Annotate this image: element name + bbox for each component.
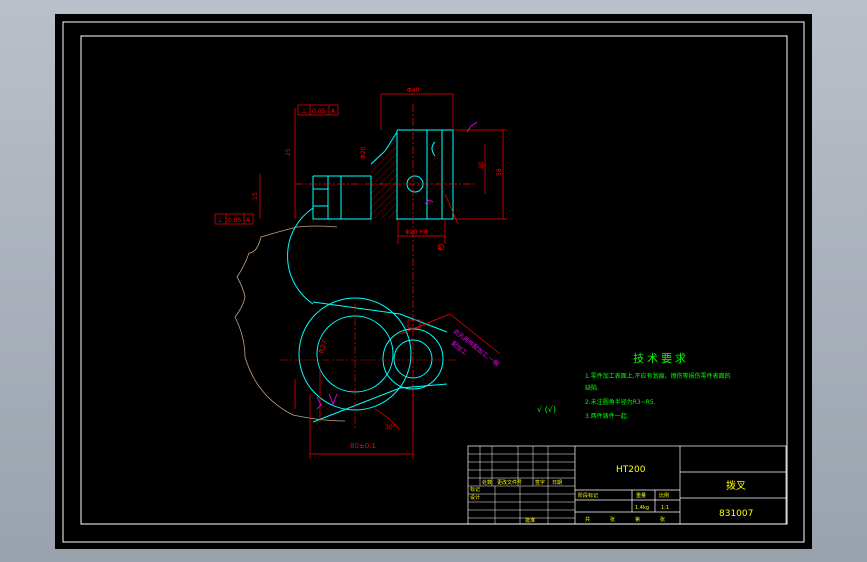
inner-border bbox=[80, 35, 788, 525]
title-label-sheet-2: 张 bbox=[610, 516, 615, 523]
dim-bottom: Φ20 H8 bbox=[405, 229, 428, 236]
title-part-name: 拨叉 bbox=[726, 479, 746, 492]
front-surface-mark-2 bbox=[316, 396, 322, 410]
surface-mark-2 bbox=[424, 199, 434, 205]
front-view: R27 30° 80±0.1 此孔两件配加工,一般 配加工 bbox=[234, 207, 501, 459]
title-label-stage: 阶段标记 bbox=[578, 492, 598, 499]
tol-frame-1-datum: A bbox=[331, 108, 336, 115]
datum-label: A bbox=[438, 246, 442, 252]
dim-right-1: 30 bbox=[478, 161, 485, 169]
front-surface-mark bbox=[328, 393, 338, 406]
title-label-scale: 比例 bbox=[659, 492, 669, 499]
title-label-count: 处数 bbox=[482, 479, 492, 486]
title-weight-value: 1.4kg bbox=[635, 505, 649, 511]
title-label-date: 日期 bbox=[552, 480, 562, 486]
section-hatch-right bbox=[427, 144, 453, 194]
title-label-design: 设计 bbox=[470, 494, 480, 501]
tol-frame-2-symbol: ⊥ bbox=[217, 216, 223, 224]
front-dim-angle: 30° bbox=[385, 424, 396, 431]
tech-item-1: 1.零件加工表面上,不应有划痕、擦伤等损伤零件表面的 bbox=[585, 372, 731, 380]
title-label-approve: 批准 bbox=[525, 517, 535, 524]
dim-hole: Φ20 bbox=[360, 146, 367, 159]
tech-requirements: 技术要求 1.零件加工表面上,不应有划痕、擦伤等损伤零件表面的 缺陷. 2.未注… bbox=[537, 352, 731, 420]
tech-item-3: 3.两件铸件一起. bbox=[585, 412, 629, 420]
dim-left-vertical: 25 bbox=[285, 148, 292, 156]
title-material: HT200 bbox=[616, 465, 646, 475]
dim-top: Φ40 bbox=[407, 87, 420, 94]
front-dim-bottom: 80±0.1 bbox=[350, 442, 376, 450]
roughness-note: √ (√) bbox=[537, 405, 556, 414]
title-drawing-no: 831007 bbox=[719, 509, 753, 519]
title-label-sheet: 共 bbox=[585, 516, 590, 523]
top-section-view: ⊥ 0.05 A ⊥ 0.05 A Φ40 25 15 Φ20 Φ20 H8 3… bbox=[214, 87, 507, 434]
title-scale-value: 1:1 bbox=[661, 505, 669, 511]
title-label-mark: 标记 bbox=[470, 486, 480, 493]
tol-frame-1-symbol: ⊥ bbox=[301, 107, 307, 115]
section-hatch bbox=[371, 132, 397, 219]
tech-item-2: 2.未注圆角半径为R3~R5. bbox=[585, 398, 656, 406]
cad-viewport[interactable]: ⊥ 0.05 A ⊥ 0.05 A Φ40 25 15 Φ20 Φ20 H8 3… bbox=[55, 14, 812, 549]
cad-drawing: ⊥ 0.05 A ⊥ 0.05 A Φ40 25 15 Φ20 Φ20 H8 3… bbox=[62, 21, 805, 543]
surface-mark-1 bbox=[466, 121, 478, 133]
title-label-page: 第 bbox=[635, 516, 640, 523]
tol-frame-2-datum: A bbox=[246, 217, 251, 224]
tech-title: 技术要求 bbox=[633, 352, 689, 365]
outer-border bbox=[62, 21, 805, 543]
tech-item-1b: 缺陷. bbox=[585, 384, 599, 392]
tol-frame-2-value: 0.05 bbox=[228, 217, 242, 224]
title-label-page-2: 张 bbox=[660, 516, 665, 523]
title-label-sign: 签字 bbox=[535, 479, 545, 486]
title-label-weight: 重量 bbox=[636, 492, 646, 499]
dim-left-small: 15 bbox=[252, 192, 259, 200]
dim-right-2: 58 bbox=[496, 168, 503, 176]
tol-frame-1-value: 0.05 bbox=[312, 108, 326, 115]
title-label-change: 更改文件号 bbox=[497, 479, 522, 486]
